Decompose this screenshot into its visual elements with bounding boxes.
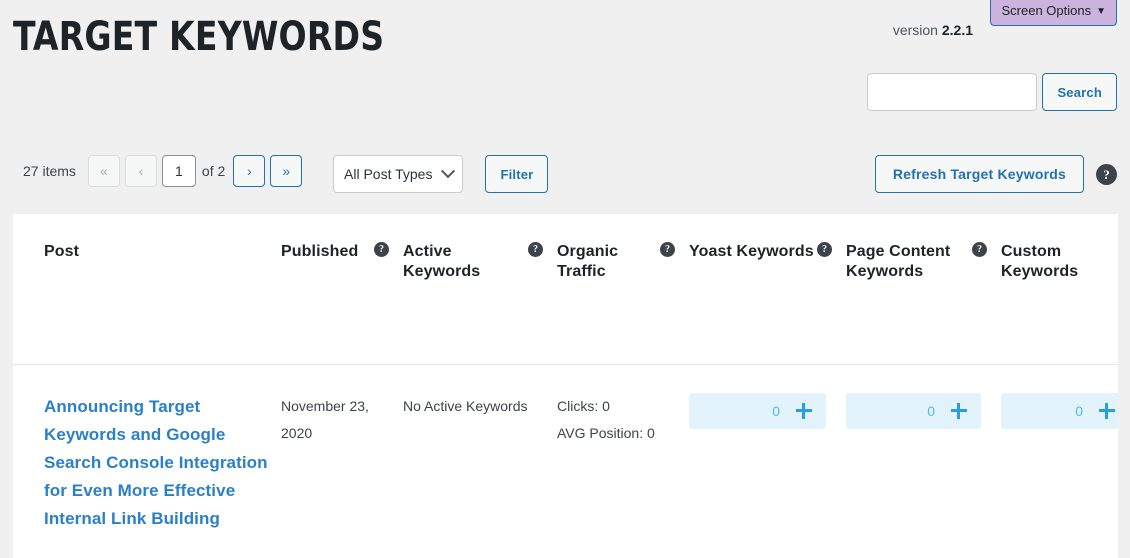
search-row: Search [867,73,1117,111]
version-number: 2.2.1 [941,22,973,38]
column-header-published: Published ? [281,214,403,365]
yoast-keywords-count: 0 [772,402,780,419]
search-button[interactable]: Search [1042,73,1117,111]
filter-group: All Post Types Filter [333,155,549,193]
published-date: November 23, 2020 [281,398,369,442]
yoast-keywords-box[interactable]: 0 [689,393,826,429]
total-pages-label: of 2 [201,163,226,179]
current-page-input[interactable] [161,155,196,187]
active-keywords-value: No Active Keywords [403,398,528,414]
plus-icon[interactable] [1099,403,1115,419]
table-body: Announcing Target Keywords and Google Se… [13,365,1118,534]
column-header-page-content-keywords: Page Content Keywords ? [846,214,1001,365]
column-label: Organic Traffic [557,243,619,280]
table-row: Announcing Target Keywords and Google Se… [13,365,1118,534]
items-count: 27 items [23,163,76,179]
table-toolbar: 27 items « ‹ of 2 › » All Post Types Fil… [13,155,1117,195]
refresh-target-keywords-button[interactable]: Refresh Target Keywords [874,155,1084,193]
version-label: version 2.2.1 [893,22,973,38]
help-icon[interactable]: ? [972,242,987,257]
plus-icon[interactable] [796,403,812,419]
plus-icon[interactable] [951,403,967,419]
keywords-table-panel: Post Published ? Active Keywords ? Organ… [13,214,1118,558]
refresh-group: Refresh Target Keywords ? [874,155,1117,193]
table-header: Post Published ? Active Keywords ? Organ… [13,214,1118,365]
help-icon[interactable]: ? [817,242,832,257]
column-label: Published [281,243,359,260]
screen-options-label: Screen Options [1001,3,1092,18]
column-header-organic-traffic: Organic Traffic ? [557,214,689,365]
table-header-row: Post Published ? Active Keywords ? Organ… [13,214,1118,365]
chevron-down-icon [441,164,456,179]
column-label: Active Keywords [403,243,481,280]
help-icon[interactable]: ? [660,242,675,257]
cell-organic-traffic: Clicks: 0 AVG Position: 0 [557,365,689,534]
organic-avg-position: AVG Position: 0 [557,425,655,442]
filter-button[interactable]: Filter [485,155,549,193]
cell-page-content-keywords: 0 [846,365,1001,534]
chevron-down-icon: ▼ [1096,6,1106,17]
next-page-button[interactable]: › [233,155,266,187]
help-icon[interactable]: ? [374,242,389,257]
cell-post: Announcing Target Keywords and Google Se… [13,365,281,534]
help-icon[interactable]: ? [1096,163,1117,185]
column-header-custom-keywords: Custom Keywords ? [1001,214,1118,365]
custom-keywords-box[interactable]: 0 [1001,393,1118,429]
column-header-post: Post [13,214,281,365]
column-label: Post [44,243,80,260]
post-type-selected-label: All Post Types [344,166,433,182]
search-input[interactable] [867,73,1038,111]
cell-custom-keywords: 0 [1001,365,1118,534]
column-header-active-keywords: Active Keywords ? [403,214,557,365]
custom-keywords-count: 0 [1075,402,1083,419]
keywords-table: Post Published ? Active Keywords ? Organ… [13,214,1118,533]
help-icon[interactable]: ? [528,242,543,257]
post-type-select[interactable]: All Post Types [333,155,464,193]
column-label: Custom Keywords [1001,243,1079,280]
version-prefix: version [892,22,938,38]
page-content-keywords-box[interactable]: 0 [846,393,981,429]
last-page-button[interactable]: » [270,155,303,187]
cell-published: November 23, 2020 [281,365,403,534]
first-page-button[interactable]: « [87,155,120,187]
page-title: Target Keywords [13,14,385,60]
organic-clicks: Clicks: 0 [557,398,610,414]
screen-options-button[interactable]: Screen Options ▼ [990,0,1117,27]
page-content-keywords-count: 0 [927,402,935,419]
column-label: Yoast Keywords [689,243,814,260]
cell-yoast-keywords: 0 [689,365,846,534]
pagination: 27 items « ‹ of 2 › » [23,155,303,187]
column-label: Page Content Keywords [846,243,951,280]
cell-active-keywords: No Active Keywords [403,365,557,534]
post-title-link[interactable]: Announcing Target Keywords and Google Se… [44,393,281,533]
prev-page-button[interactable]: ‹ [124,155,157,187]
column-header-yoast-keywords: Yoast Keywords ? [689,214,846,365]
